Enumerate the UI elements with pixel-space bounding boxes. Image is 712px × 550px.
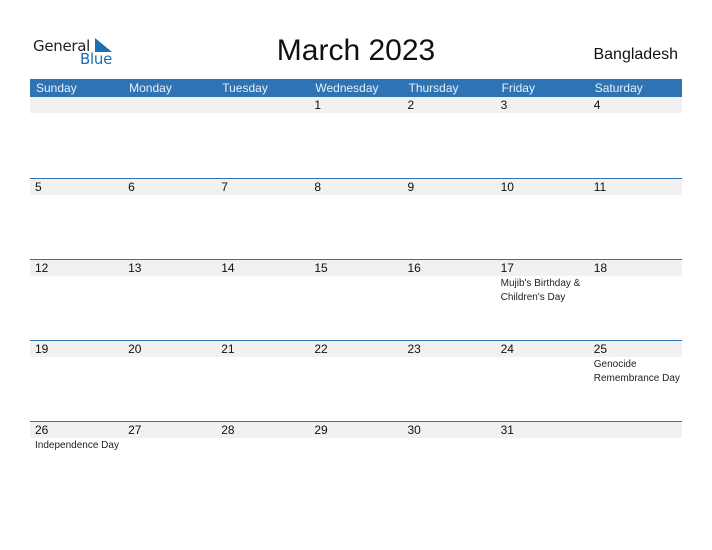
holiday-label: Independence Day [35, 440, 119, 451]
day-number: 11 [593, 180, 607, 194]
day-number: 28 [221, 423, 235, 437]
day-number: 16 [407, 261, 421, 275]
day-number: 18 [593, 261, 608, 275]
day-number: 26 [35, 423, 49, 437]
week-cells: 1 2 3 4 [30, 97, 682, 114]
weekday-monday: Monday [129, 81, 172, 95]
week-cells: 19 20 21 22 23 24 25 Genocide Remembrance Day [30, 341, 682, 386]
day-cell: 25 Genocide Remembrance Day [589, 341, 682, 386]
day-number: 6 [128, 180, 135, 194]
day-cell: 13 [123, 260, 216, 305]
day-cell: 20 [123, 341, 216, 386]
calendar-grid: Sunday Monday Tuesday Wednesday Thursday… [30, 79, 682, 502]
day-cell: 7 [216, 179, 309, 196]
day-number: 13 [128, 261, 142, 275]
day-cell [123, 97, 216, 114]
day-cell: 27 [123, 422, 216, 453]
day-number: 2 [407, 98, 415, 112]
day-cell: 2 [403, 97, 496, 114]
day-cell: 26 Independence Day [30, 422, 123, 453]
week-row: 19 20 21 22 23 24 25 Genocide Remembrance Day [30, 340, 682, 421]
day-cell: 1 [309, 97, 402, 114]
weeks-container: 1 2 3 4 5 6 7 8 9 10 11 12 13 14 15 16 17 Mujib's Birthda… [30, 97, 682, 502]
day-cell: 28 [216, 422, 309, 453]
day-number: 24 [500, 342, 514, 356]
day-number [128, 97, 216, 113]
day-cell: 15 [309, 260, 402, 305]
weekday-friday: Friday [501, 81, 535, 95]
day-cell: 29 [309, 422, 402, 453]
week-cells: 12 13 14 15 16 17 Mujib's Birthday & Children's… [30, 260, 682, 305]
weekday-thursday: Thursday [408, 81, 459, 95]
day-cell [216, 97, 309, 114]
day-number: 12 [35, 261, 49, 275]
week-row: 26 Independence Day 27 28 29 30 31 [30, 421, 682, 502]
day-cell: 30 [403, 422, 496, 453]
day-cell: 10 [496, 179, 589, 196]
weekday-wednesday: Wednesday [315, 81, 379, 95]
day-cell: 22 [309, 341, 402, 386]
day-cell [589, 422, 682, 453]
day-number: 30 [407, 423, 421, 437]
day-cell: 16 [403, 260, 496, 305]
day-number: 20 [128, 342, 142, 356]
day-number [221, 97, 309, 113]
day-cell: 5 [30, 179, 123, 196]
day-number: 10 [500, 180, 514, 194]
day-cell: 4 [589, 97, 682, 114]
day-number: 15 [314, 261, 328, 275]
day-cell: 19 [30, 341, 123, 386]
week-row: 12 13 14 15 16 17 Mujib's Birthday & Children's… [30, 259, 682, 340]
day-number: 4 [593, 98, 601, 112]
day-number: 17 [500, 261, 514, 275]
holiday-label: Mujib's Birthday & Children's Day [500, 278, 581, 303]
day-cell: 14 [216, 260, 309, 305]
day-cell: 23 [403, 341, 496, 386]
week-row: 1 2 3 4 [30, 97, 682, 178]
day-cell: 21 [216, 341, 309, 386]
week-cells: 5 6 7 8 9 10 11 [30, 179, 682, 196]
day-number: 1 [314, 98, 322, 112]
day-cell [30, 97, 123, 114]
day-cell: 17 Mujib's Birthday & Children's Day [496, 260, 589, 305]
holiday-label: Genocide Remembrance Day [593, 359, 680, 384]
week-cells: 26 Independence Day 27 28 29 30 31 [30, 422, 682, 453]
day-cell: 31 [496, 422, 589, 453]
day-number: 7 [221, 180, 228, 194]
day-number: 23 [407, 342, 421, 356]
day-number: 22 [314, 342, 328, 356]
day-number: 14 [221, 261, 235, 275]
day-number: 19 [35, 342, 49, 356]
weekday-header: Sunday Monday Tuesday Wednesday Thursday… [30, 79, 682, 97]
day-number [35, 97, 123, 113]
day-number: 5 [35, 180, 42, 194]
week-row: 5 6 7 8 9 10 11 [30, 178, 682, 259]
day-cell: 12 [30, 260, 123, 305]
day-number: 21 [221, 342, 235, 356]
weekday-tuesday: Tuesday [222, 81, 268, 95]
day-cell: 18 [589, 260, 682, 305]
day-number: 25 [593, 342, 608, 356]
day-number: 29 [314, 423, 328, 437]
day-cell: 24 [496, 341, 589, 386]
day-number: 9 [407, 180, 415, 194]
day-number: 31 [500, 423, 514, 437]
day-number [594, 422, 682, 438]
day-cell: 9 [403, 179, 496, 196]
day-cell: 8 [309, 179, 402, 196]
weekday-sunday: Sunday [36, 81, 77, 95]
weekday-saturday: Saturday [594, 81, 643, 95]
day-number: 8 [314, 180, 322, 194]
day-number: 27 [128, 423, 142, 437]
country-label: Bangladesh [593, 46, 678, 63]
day-cell: 11 [589, 179, 682, 196]
day-cell: 3 [496, 97, 589, 114]
day-cell: 6 [123, 179, 216, 196]
day-number: 3 [500, 98, 508, 112]
